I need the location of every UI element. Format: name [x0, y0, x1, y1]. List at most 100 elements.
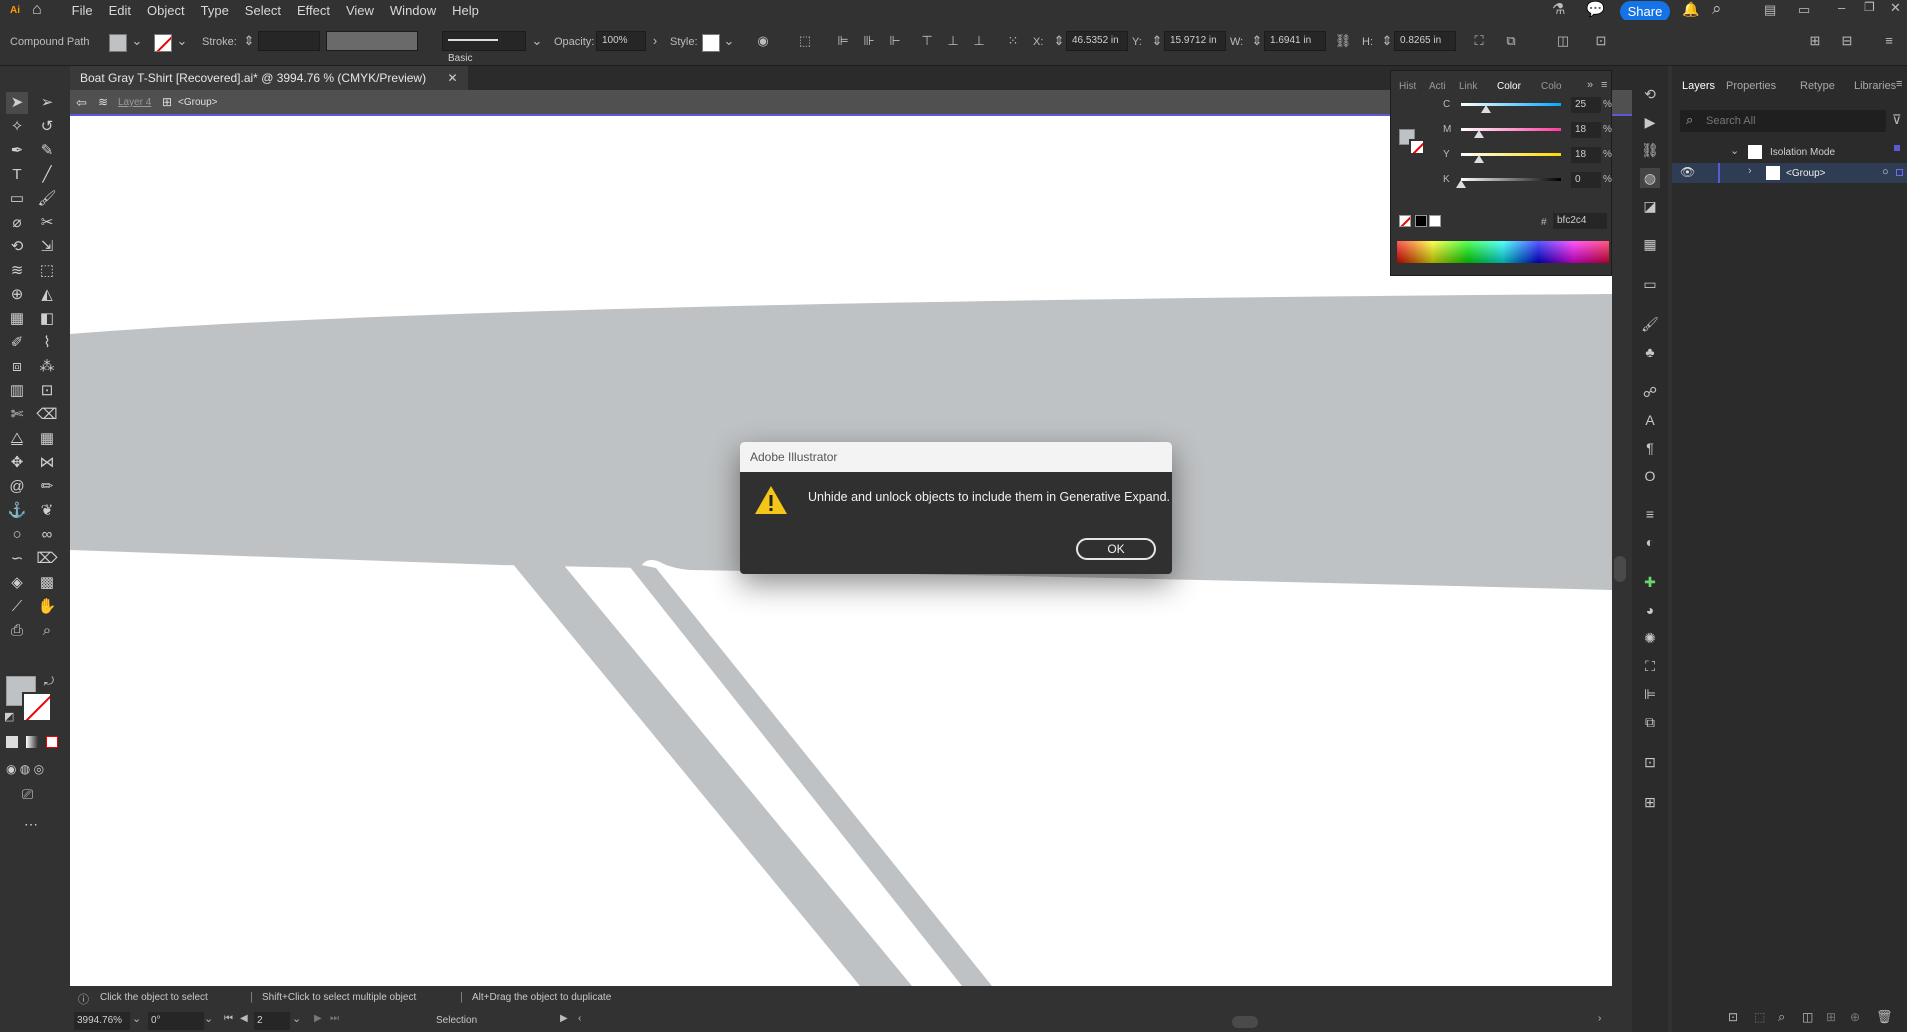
hex-field[interactable]: bfc2c4 [1553, 213, 1607, 229]
panel-tab-links[interactable]: Link [1459, 81, 1477, 92]
stroke-swatch[interactable] [154, 34, 172, 52]
chevron-down-icon[interactable]: ⌄ [528, 32, 546, 50]
default-colors-icon[interactable]: ◩ [4, 710, 14, 723]
paragraph-icon[interactable]: ¶ [1640, 438, 1660, 458]
blob-brush-icon[interactable]: ❦ [36, 500, 58, 522]
channel-slider-thumb[interactable] [1474, 155, 1484, 163]
align-bottom-icon[interactable]: ⊥ [970, 32, 988, 50]
scale-tool-icon[interactable]: ⇲ [36, 236, 58, 258]
scroll-left-icon[interactable]: ‹ [578, 1013, 581, 1024]
character-icon[interactable]: A [1640, 410, 1660, 430]
swap-colors-icon[interactable]: ⤾ [44, 674, 54, 689]
document-tab[interactable]: Boat Gray T-Shirt [Recovered].ai* @ 3994… [70, 66, 468, 90]
panel-tab-history[interactable]: Hist [1399, 81, 1416, 92]
direct-selection-tool-icon[interactable]: ➢ [36, 92, 58, 114]
stroke-icon[interactable]: ≡ [1640, 504, 1660, 524]
artboard-tool-icon[interactable]: ⊡ [36, 380, 58, 402]
channel-value-field[interactable]: 25 [1571, 97, 1601, 113]
last-artboard-icon[interactable]: ⏭ [330, 1013, 339, 1024]
line-tool-icon[interactable]: ╱ [36, 164, 58, 186]
panel-options-icon[interactable]: ⊞ [1806, 32, 1824, 50]
new-layer-icon[interactable]: ⊕ [1850, 1010, 1860, 1024]
style-swatch[interactable] [702, 34, 720, 52]
eraser-icon[interactable]: ⌫ [36, 404, 58, 426]
transform-panel-icon[interactable]: ⛶ [1640, 656, 1660, 676]
play-icon[interactable]: ▶ [560, 1013, 568, 1024]
channel-value-field[interactable]: 18 [1571, 147, 1601, 163]
channel-slider-thumb[interactable] [1481, 105, 1491, 113]
align-center-icon[interactable]: ⊪ [860, 32, 878, 50]
menu-icon[interactable]: ≡ [1880, 32, 1898, 50]
screen-mode-icon[interactable]: ⎚ [22, 786, 33, 803]
ok-button[interactable]: OK [1076, 538, 1156, 560]
swatches-icon[interactable]: ▦ [1640, 234, 1660, 254]
zoom-tool-icon[interactable]: ⌕ [36, 620, 58, 642]
graph-tool-icon[interactable]: ▥ [6, 380, 28, 402]
anchor-icon[interactable]: ⚓ [6, 500, 28, 522]
w-field[interactable]: 1.6941 in [1264, 31, 1326, 51]
links-icon[interactable]: ⛓ [1640, 140, 1660, 160]
menu-window[interactable]: Window [382, 3, 444, 18]
close-window-icon[interactable]: ✕ [1890, 0, 1901, 16]
brush-field[interactable]: Basic [442, 31, 526, 64]
appearance-icon[interactable]: ✚ [1640, 572, 1660, 592]
grid-icon[interactable]: ▦ [36, 428, 58, 450]
smooth-tool-icon[interactable]: ∽ [6, 548, 28, 570]
opentype-icon[interactable]: O [1640, 466, 1660, 486]
blend-tool-icon[interactable]: ⧈ [6, 356, 28, 378]
panel-tab-actions[interactable]: Acti [1429, 81, 1446, 92]
breadcrumb-group[interactable]: <Group> [178, 97, 217, 108]
vertical-scrollbar-thumb[interactable] [1614, 556, 1626, 582]
home-icon[interactable]: ⌂ [28, 1, 64, 19]
export-icon[interactable]: ⬚ [1754, 1010, 1765, 1024]
curvature-tool-icon[interactable]: ✎ [36, 140, 58, 162]
panel-menu-icon[interactable]: ≡ [1601, 79, 1607, 91]
scissors-icon[interactable]: ✂ [36, 212, 58, 234]
prev-artboard-icon[interactable]: ◀ [240, 1013, 248, 1024]
arrange-docs-icon[interactable]: ⊟ [1838, 32, 1856, 50]
workspace-icon[interactable]: ▤ [1764, 2, 1776, 18]
transform-icon[interactable]: ⛶ [1470, 32, 1488, 50]
variable-width-field[interactable] [326, 31, 418, 51]
warp-tool-icon[interactable]: ≋ [6, 260, 28, 282]
actions-icon[interactable]: ▶ [1640, 112, 1660, 132]
chevron-down-icon[interactable]: ⌄ [204, 1012, 213, 1025]
align-to-icon[interactable]: ⬚ [796, 32, 814, 50]
gradient-tool-icon[interactable]: ◧ [36, 308, 58, 330]
chevron-right-icon[interactable]: › [1748, 165, 1752, 177]
first-artboard-icon[interactable]: ⏮ [224, 1013, 233, 1024]
tab-properties[interactable]: Properties [1726, 80, 1776, 92]
stroke-weight-field[interactable] [258, 31, 320, 51]
panel-menu-icon[interactable]: ≡ [1896, 78, 1902, 90]
selection-tool-icon[interactable]: ➤ [6, 92, 28, 114]
minimize-icon[interactable]: – [1838, 0, 1845, 15]
measure-icon[interactable]: ⌇ [36, 332, 58, 354]
horizontal-scrollbar-thumb[interactable] [1232, 1016, 1258, 1028]
target-circle-icon[interactable]: ○ [1882, 166, 1889, 178]
black-swatch[interactable] [1415, 215, 1427, 227]
search-icon[interactable]: ⌕ [1712, 0, 1722, 19]
channel-slider-track[interactable] [1461, 103, 1561, 106]
chevron-down-icon[interactable]: ⌄ [1730, 144, 1739, 157]
menu-object[interactable]: Object [139, 3, 193, 18]
chevron-right-icon[interactable]: › [646, 32, 664, 50]
glasses-icon[interactable]: ∞ [36, 524, 58, 546]
menu-help[interactable]: Help [444, 3, 487, 18]
mesh-tool-icon[interactable]: ▦ [6, 308, 28, 330]
isolate-icon[interactable]: ◫ [1554, 32, 1572, 50]
magic-wand-icon[interactable]: ✧ [6, 116, 28, 138]
chevron-down-icon[interactable]: ⌄ [720, 32, 738, 50]
close-tab-icon[interactable]: ✕ [447, 71, 457, 85]
channel-slider-track[interactable] [1461, 178, 1561, 181]
path-eraser-icon[interactable]: ⌦ [36, 548, 58, 570]
filter-icon[interactable]: ⊽ [1892, 112, 1902, 128]
menu-file[interactable]: File [64, 3, 101, 18]
x-field[interactable]: 46.5352 in [1066, 31, 1128, 51]
rotate-tool-icon[interactable]: ⟲ [6, 236, 28, 258]
asset-export-icon[interactable]: ⊞ [1640, 792, 1660, 812]
perspective-icon[interactable]: ⧋ [6, 428, 28, 450]
live-paint-icon[interactable]: ◭ [36, 284, 58, 306]
target-icon[interactable] [1894, 145, 1900, 151]
pencil-icon[interactable]: ✏ [36, 476, 58, 498]
pattern-icon[interactable]: ▩ [36, 572, 58, 594]
